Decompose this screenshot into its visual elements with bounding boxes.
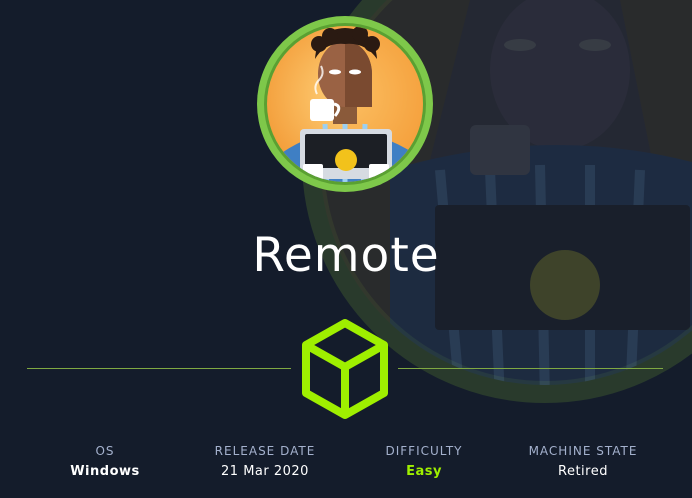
- stat-release-date-value: 21 Mar 2020: [221, 464, 309, 479]
- machine-avatar: [257, 16, 433, 192]
- stat-release-date: RELEASE DATE 21 Mar 2020: [185, 444, 345, 479]
- divider-right: [398, 368, 663, 369]
- divider-left: [27, 368, 291, 369]
- stat-release-date-label: RELEASE DATE: [214, 444, 316, 458]
- stat-difficulty-label: DIFFICULTY: [385, 444, 463, 458]
- stat-machine-state-label: MACHINE STATE: [528, 444, 638, 458]
- cube-icon: [302, 319, 388, 419]
- stat-machine-state-value: Retired: [558, 464, 608, 479]
- stat-machine-state: MACHINE STATE Retired: [503, 444, 663, 479]
- stat-os: OS Windows: [25, 444, 185, 479]
- stat-os-value: Windows: [70, 464, 140, 479]
- stat-difficulty: DIFFICULTY Easy: [344, 444, 504, 479]
- stat-os-label: OS: [95, 444, 115, 458]
- machine-title: Remote: [252, 228, 440, 283]
- stat-difficulty-value: Easy: [406, 464, 442, 479]
